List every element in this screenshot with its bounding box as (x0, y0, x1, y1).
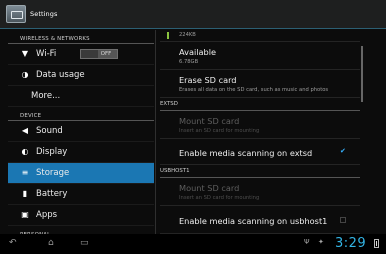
sidebar-item-label: Data usage (36, 70, 85, 80)
category-usbhost1: USBHOST1 (160, 165, 360, 178)
system-navigation-bar: ↶ ⌂ ▭ Ψ ✦ 3:29 (0, 234, 386, 254)
storage-used-row: 224KB (160, 30, 360, 42)
back-icon[interactable]: ↶ (9, 239, 17, 248)
display-icon: ◐ (21, 147, 29, 156)
settings-app-icon[interactable] (6, 5, 26, 23)
sidebar-item-label: Wi-Fi (36, 49, 57, 59)
erase-sd-title: Erase SD card (179, 75, 237, 85)
usbhost1-checkbox[interactable] (340, 217, 346, 223)
available-title: Available (179, 47, 217, 57)
wifi-toggle[interactable]: OFF (80, 49, 118, 59)
speaker-icon: ◀ (21, 126, 29, 135)
wifi-toggle-state: OFF (100, 51, 112, 57)
scan-usbhost1-title: Enable media scanning on usbhost1 (179, 216, 328, 226)
mount-usbhost1-title: Mount SD card (179, 183, 240, 193)
settings-sidebar: WIRELESS & NETWORKS ▼ Wi-Fi OFF ◑ Data u… (8, 30, 154, 240)
battery-status-icon (374, 239, 379, 248)
sidebar-item-label: Apps (36, 210, 58, 220)
sidebar-item-label: Battery (36, 189, 68, 199)
section-header-wireless: WIRELESS & NETWORKS (8, 30, 154, 44)
sidebar-item-wifi[interactable]: ▼ Wi-Fi OFF (8, 44, 154, 65)
used-value: 224KB (179, 32, 196, 38)
sidebar-item-apps[interactable]: ▣ Apps (8, 205, 154, 226)
sidebar-item-display[interactable]: ◐ Display (8, 142, 154, 163)
storage-icon: ≡ (21, 168, 29, 177)
usb-debugging-icon: ✦ (318, 238, 324, 246)
erase-sd-card-row[interactable]: Erase SD card Erases all data on the SD … (160, 70, 360, 98)
clock: 3:29 (335, 236, 367, 251)
mount-extsd-summary: Insert an SD card for mounting (179, 128, 260, 134)
erase-sd-summary: Erases all data on the SD card, such as … (179, 87, 329, 93)
battery-icon: ▮ (22, 189, 28, 198)
scan-extsd-row[interactable]: Enable media scanning on extsd ✔ (160, 139, 360, 165)
mount-extsd-row[interactable]: Mount SD card Insert an SD card for moun… (160, 111, 360, 139)
sidebar-item-battery[interactable]: ▮ Battery (8, 184, 154, 205)
sidebar-item-label: Sound (36, 126, 63, 136)
mount-usbhost1-summary: Insert an SD card for mounting (179, 195, 260, 201)
usb-icon: Ψ (304, 238, 310, 246)
sidebar-item-data-usage[interactable]: ◑ Data usage (8, 65, 154, 86)
action-bar: Settings (0, 0, 386, 29)
scan-extsd-title: Enable media scanning on extsd (179, 148, 313, 158)
extsd-checkbox-checked-icon[interactable]: ✔ (340, 147, 346, 155)
home-icon[interactable]: ⌂ (48, 239, 54, 248)
storage-color-marker (167, 32, 169, 39)
sidebar-item-label: Storage (36, 168, 70, 178)
sidebar-item-more[interactable]: More... (8, 86, 154, 107)
sidebar-item-label: Display (36, 147, 68, 157)
sidebar-item-storage[interactable]: ≡ Storage (8, 163, 154, 184)
category-extsd: EXTSD (160, 98, 360, 111)
available-row: Available 6.78GB (160, 42, 360, 70)
sidebar-item-label: More... (31, 91, 61, 101)
available-value: 6.78GB (179, 59, 199, 65)
mount-extsd-title: Mount SD card (179, 116, 240, 126)
pane-divider (155, 30, 156, 234)
apps-icon: ▣ (21, 210, 29, 219)
scan-usbhost1-row[interactable]: Enable media scanning on usbhost1 (160, 206, 360, 234)
recent-apps-icon[interactable]: ▭ (80, 239, 89, 248)
sidebar-item-sound[interactable]: ◀ Sound (8, 121, 154, 142)
section-header-device: DEVICE (8, 107, 154, 121)
data-usage-icon: ◑ (21, 70, 29, 79)
scrollbar[interactable] (361, 46, 363, 102)
wifi-icon: ▼ (21, 49, 29, 58)
storage-detail-pane: 224KB Available 6.78GB Erase SD card Era… (160, 30, 360, 234)
app-title: Settings (30, 10, 58, 18)
mount-usbhost1-row[interactable]: Mount SD card Insert an SD card for moun… (160, 178, 360, 206)
